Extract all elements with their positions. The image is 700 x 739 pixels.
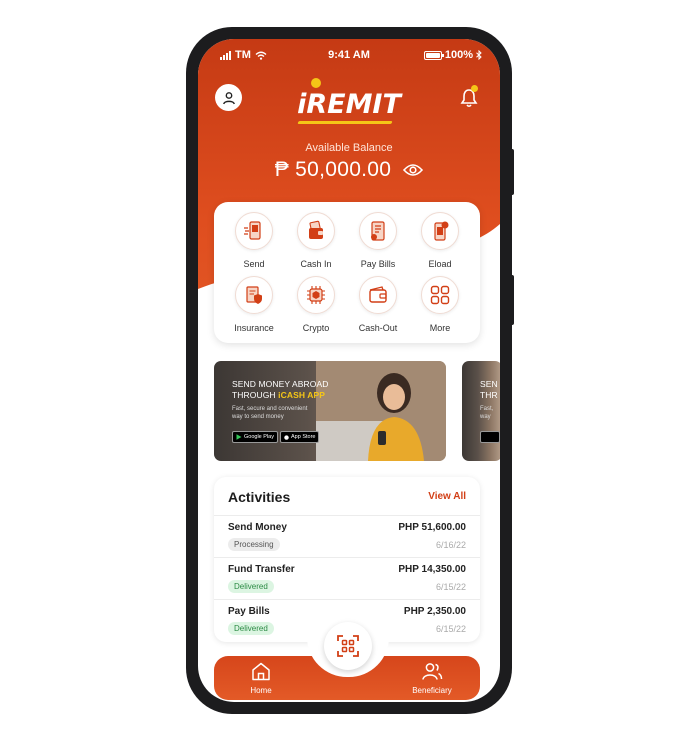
activity-amount: PHP 2,350.00 [403, 606, 466, 617]
app-screen: TM 9:41 AM 100% iREMIT Available Balance… [198, 39, 500, 702]
action-label: More [429, 323, 451, 333]
qr-scan-icon [337, 635, 359, 657]
status-bar: TM 9:41 AM 100% [198, 39, 500, 73]
battery-icon [423, 50, 444, 60]
phone-side-button [510, 275, 514, 325]
phone-side-button [510, 149, 514, 195]
action-label: Send [243, 259, 265, 269]
phone-frame: TM 9:41 AM 100% iREMIT Available Balance… [186, 27, 514, 714]
activity-date: 6/15/22 [435, 624, 466, 634]
profile-avatar-button[interactable] [215, 84, 242, 111]
activity-name: Pay Bills [228, 606, 270, 617]
insurance-shield-icon [246, 286, 262, 304]
activity-row[interactable]: Fund Transfer PHP 14,350.00 Delivered 6/… [214, 557, 480, 599]
activity-amount: PHP 51,600.00 [398, 522, 466, 533]
view-all-link[interactable]: View All [428, 491, 466, 502]
promo-banner[interactable]: SEND MONEY ABROAD THROUGH iCASH APP Fast… [214, 361, 446, 461]
action-insurance[interactable]: Insurance [223, 276, 285, 333]
activity-row[interactable]: Send Money PHP 51,600.00 Processing 6/16… [214, 515, 480, 557]
phone-load-icon [434, 221, 449, 241]
user-icon [222, 91, 235, 104]
activity-name: Fund Transfer [228, 564, 295, 575]
crypto-chip-icon [307, 286, 325, 304]
action-cash-out[interactable]: Cash-Out [347, 276, 409, 333]
bluetooth-icon [476, 50, 482, 60]
action-more[interactable]: More [409, 276, 471, 333]
logo-dot [311, 78, 321, 88]
promo-banner-next[interactable]: SEN THR Fast, way [462, 361, 500, 461]
activity-date: 6/16/22 [435, 540, 466, 550]
action-label: Insurance [234, 323, 274, 333]
action-send[interactable]: Send [223, 212, 285, 269]
quick-actions-card: Send Cash In Pay Bills Eload Insurance C… [214, 202, 480, 343]
action-cash-in[interactable]: Cash In [285, 212, 347, 269]
google-play-badge[interactable]: Google Play [232, 431, 278, 443]
send-money-icon [244, 221, 261, 240]
action-label: Cash In [300, 259, 332, 269]
activities-title: Activities [228, 489, 291, 505]
banner-subtitle: Fast, way [480, 406, 494, 420]
action-pay-bills[interactable]: Pay Bills [347, 212, 409, 269]
status-badge: Processing [228, 538, 280, 551]
beneficiary-users-icon [422, 663, 443, 680]
home-icon [252, 662, 270, 681]
nav-label: Home [250, 686, 272, 695]
brand-logo: iREMIT [297, 89, 401, 120]
nav-home[interactable]: Home [238, 662, 284, 695]
play-store-icon [236, 434, 242, 440]
banner-photo [316, 361, 446, 461]
status-badge: Delivered [228, 580, 274, 593]
nav-label: Beneficiary [412, 686, 452, 695]
bill-icon [371, 221, 385, 241]
activities-card: Activities View All Send Money PHP 51,60… [214, 477, 480, 642]
apple-icon [284, 435, 289, 440]
grid-icon [430, 285, 450, 305]
google-play-badge[interactable] [480, 431, 500, 443]
action-label: Cash-Out [358, 323, 398, 333]
wallet-cash-in-icon [309, 220, 323, 239]
balance-row: ₱ 50,000.00 [198, 158, 500, 182]
banner-headline: SEND MONEY ABROAD THROUGH iCASH APP [232, 379, 329, 400]
wallet-icon [369, 286, 387, 303]
action-label: Eload [428, 259, 452, 269]
eye-icon[interactable] [403, 163, 424, 177]
action-label: Pay Bills [360, 259, 396, 269]
status-badge: Delivered [228, 622, 274, 635]
activity-date: 6/15/22 [435, 582, 466, 592]
logo-underline [297, 121, 393, 124]
action-eload[interactable]: Eload [409, 212, 471, 269]
activity-amount: PHP 14,350.00 [398, 564, 466, 575]
scan-qr-button[interactable] [324, 622, 372, 670]
action-crypto[interactable]: Crypto [285, 276, 347, 333]
balance-label: Available Balance [305, 142, 393, 154]
app-store-badge[interactable]: App Store [280, 431, 320, 443]
balance-amount: ₱ 50,000.00 [274, 158, 392, 181]
notification-dot [471, 85, 478, 92]
nav-beneficiary[interactable]: Beneficiary [404, 662, 460, 695]
action-label: Crypto [302, 323, 330, 333]
banner-subtitle: Fast, secure and convenient way to send … [232, 406, 308, 420]
activity-name: Send Money [228, 522, 287, 533]
battery-percent: 100% [444, 49, 473, 61]
banner-headline: SEN THR [480, 379, 498, 400]
